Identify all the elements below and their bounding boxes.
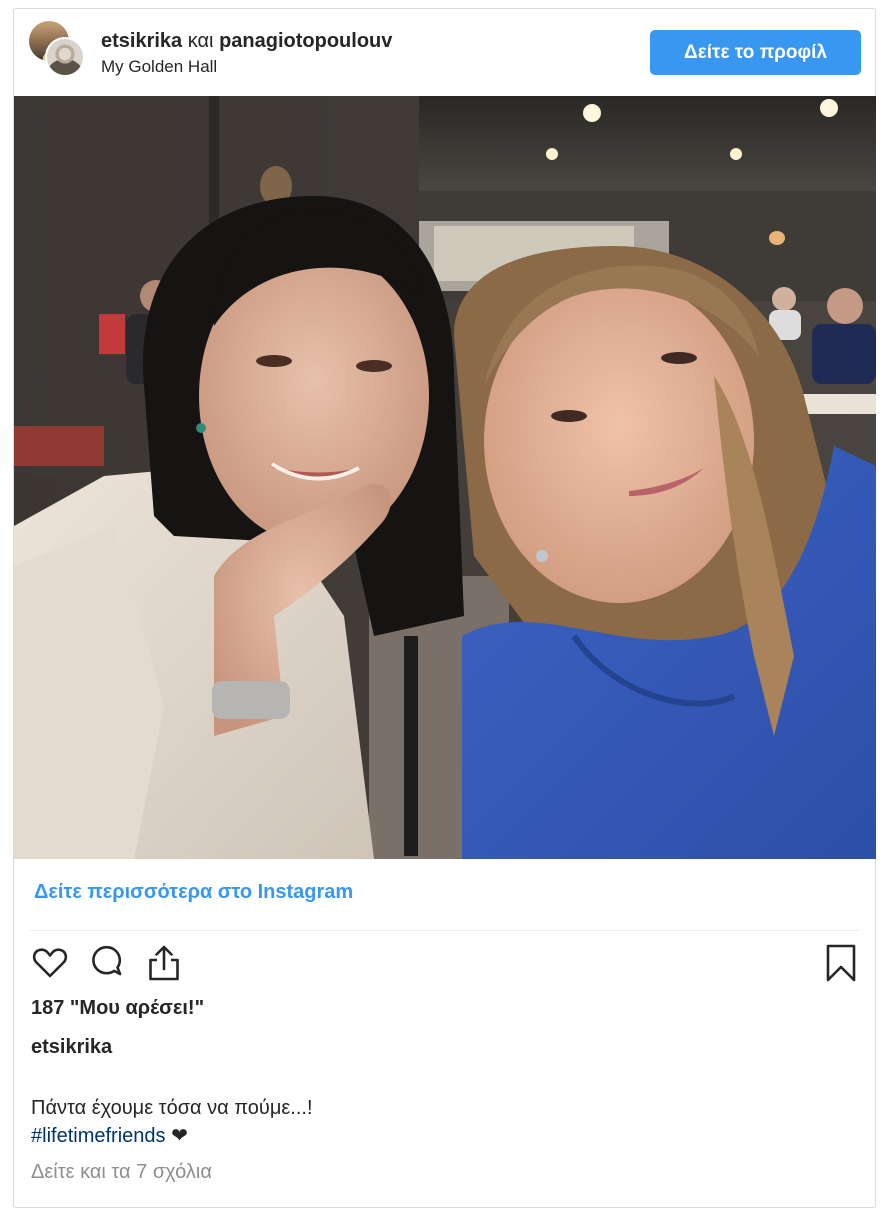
avatar[interactable] bbox=[45, 37, 85, 77]
divider bbox=[29, 930, 861, 931]
username-link[interactable]: etsikrika bbox=[101, 30, 182, 52]
photo-image bbox=[14, 96, 876, 859]
caption-author-link[interactable]: etsikrika bbox=[31, 1036, 112, 1059]
heart-icon[interactable] bbox=[30, 943, 70, 983]
caption-text: Πάντα έχουμε τόσα να πούμε...! bbox=[31, 1097, 313, 1119]
heart-emoji-icon: ❤ bbox=[171, 1125, 188, 1147]
avatar-group[interactable] bbox=[29, 21, 89, 81]
location-link[interactable]: My Golden Hall bbox=[101, 57, 217, 77]
post-photo[interactable] bbox=[14, 96, 876, 859]
view-more-on-instagram-link[interactable]: Δείτε περισσότερα στο Instagram bbox=[34, 881, 353, 904]
username-link[interactable]: panagiotopoulouv bbox=[219, 30, 392, 52]
post-actions bbox=[14, 940, 875, 990]
hashtag-link[interactable]: #lifetimefriends bbox=[31, 1125, 166, 1147]
comment-icon[interactable] bbox=[87, 943, 127, 983]
bookmark-icon[interactable] bbox=[821, 943, 861, 983]
share-icon[interactable] bbox=[144, 943, 184, 983]
post-authors: etsikrika και panagiotopoulouv bbox=[101, 29, 392, 53]
instagram-embed-card: etsikrika και panagiotopoulouv My Golden… bbox=[13, 8, 876, 1208]
authors-conjunction: και bbox=[187, 30, 214, 52]
view-profile-button[interactable]: Δείτε το προφίλ bbox=[650, 30, 861, 75]
post-header: etsikrika και panagiotopoulouv My Golden… bbox=[14, 9, 875, 97]
likes-count[interactable]: 187 "Μου αρέσει!" bbox=[31, 997, 204, 1020]
view-comments-link[interactable]: Δείτε και τα 7 σχόλια bbox=[31, 1161, 212, 1184]
post-caption: Πάντα έχουμε τόσα να πούμε...! #lifetime… bbox=[31, 1094, 313, 1150]
caption-tags-line: #lifetimefriends ❤ bbox=[31, 1122, 313, 1150]
